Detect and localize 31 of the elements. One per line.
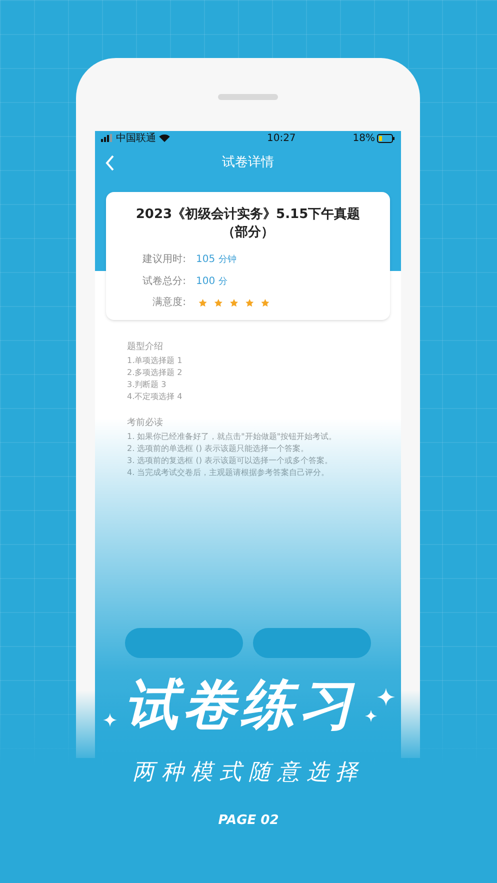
sparkle-icon [364, 710, 376, 722]
sparkle-icon [376, 688, 394, 706]
rating-label: 满意度: [152, 296, 186, 310]
page-label: PAGE 02 [218, 812, 279, 830]
section-heading: 考前必读 [127, 418, 164, 429]
carrier-name: 中国联通 [116, 132, 156, 146]
section-line: 1.单项选择题 1 [127, 355, 184, 366]
info-value: 105 分钟 [196, 253, 236, 267]
clock-time: 10:27 [266, 132, 296, 146]
section-line: 1. 如果你已经准备好了，就点击"开始做题"按钮开始考试。 [127, 431, 338, 442]
page-title: 试卷详情 [221, 154, 275, 172]
section-heading: 题型介绍 [127, 342, 164, 353]
section-line: 3.判断题 3 [127, 379, 168, 390]
info-label: 试卷总分: [142, 274, 186, 289]
section-line: 2.多项选择题 2 [127, 367, 184, 378]
headline: 试卷练习 [124, 672, 356, 738]
wifi-icon [159, 134, 170, 142]
section-line: 4.不定项选择 4 [127, 391, 184, 402]
info-label: 建议用时: [142, 252, 186, 268]
info-value: 100 分 [196, 274, 228, 288]
battery-icon [377, 134, 395, 142]
phone-speaker [218, 94, 278, 100]
paper-title: 2023《初级会计实务》5.15下午真题（部分） [134, 206, 362, 242]
sparkle-icon [102, 713, 116, 727]
signal-icon [101, 134, 113, 142]
section-line: 3. 选项前的复选框 () 表示该题可以选择一个或多个答案。 [127, 455, 334, 466]
subtitle: 两种模式随意选择 [132, 759, 364, 787]
battery-percentage: 18% [352, 132, 375, 146]
section-line: 2. 选项前的单选框 () 表示该题只能选择一个答案。 [127, 443, 310, 454]
section-line: 4. 当完成考试交卷后，主观题请根据参考答案自己评分。 [127, 467, 330, 478]
back-icon[interactable] [105, 155, 115, 171]
